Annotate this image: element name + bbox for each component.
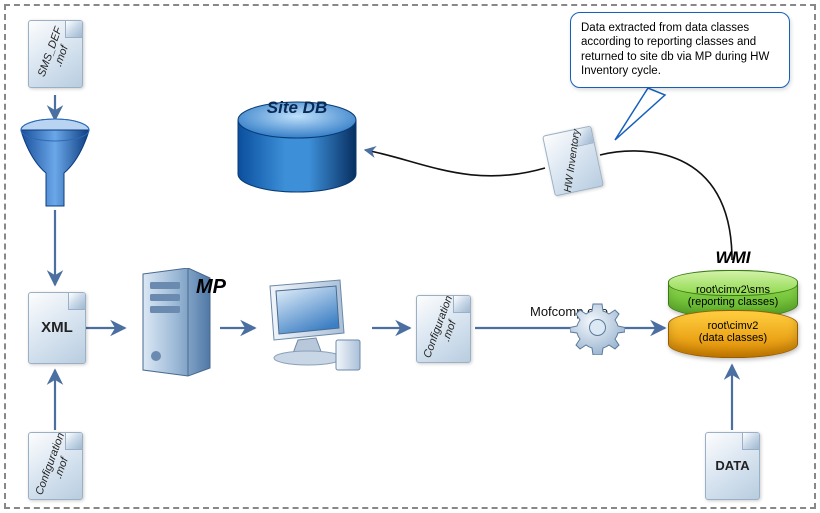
gear-icon bbox=[570, 300, 625, 355]
mp-server: MP bbox=[128, 268, 218, 378]
callout-text: Data extracted from data classes accordi… bbox=[581, 22, 769, 77]
wmi-title: WMI bbox=[668, 248, 798, 268]
file-data: DATA bbox=[705, 432, 760, 500]
file-configuration-mid: Configuration .mof bbox=[416, 295, 471, 363]
site-db-label: Site DB bbox=[232, 98, 362, 118]
file-sms-def: SMS_DEF .mof bbox=[28, 20, 83, 88]
client-pc-icon bbox=[258, 278, 368, 378]
callout-note: Data extracted from data classes accordi… bbox=[570, 12, 790, 88]
wmi-bot-line2: (data classes) bbox=[699, 332, 767, 344]
wmi-database: WMI root\cimv2\sms(reporting classes) ro… bbox=[668, 270, 798, 358]
wmi-top-line2: (reporting classes) bbox=[688, 296, 778, 308]
site-db: Site DB bbox=[232, 100, 362, 195]
file-data-label: DATA bbox=[715, 459, 749, 473]
funnel-icon bbox=[18, 118, 92, 213]
mp-label: MP bbox=[196, 276, 226, 299]
file-xml-label: XML bbox=[41, 320, 73, 337]
wmi-data-classes: root\cimv2(data classes) bbox=[668, 310, 798, 358]
file-configuration-left: Configuration .mof bbox=[28, 432, 83, 500]
file-xml: XML bbox=[28, 292, 86, 364]
wmi-bot-line1: root\cimv2 bbox=[708, 320, 759, 332]
wmi-top-line1: root\cimv2\sms bbox=[696, 284, 770, 296]
